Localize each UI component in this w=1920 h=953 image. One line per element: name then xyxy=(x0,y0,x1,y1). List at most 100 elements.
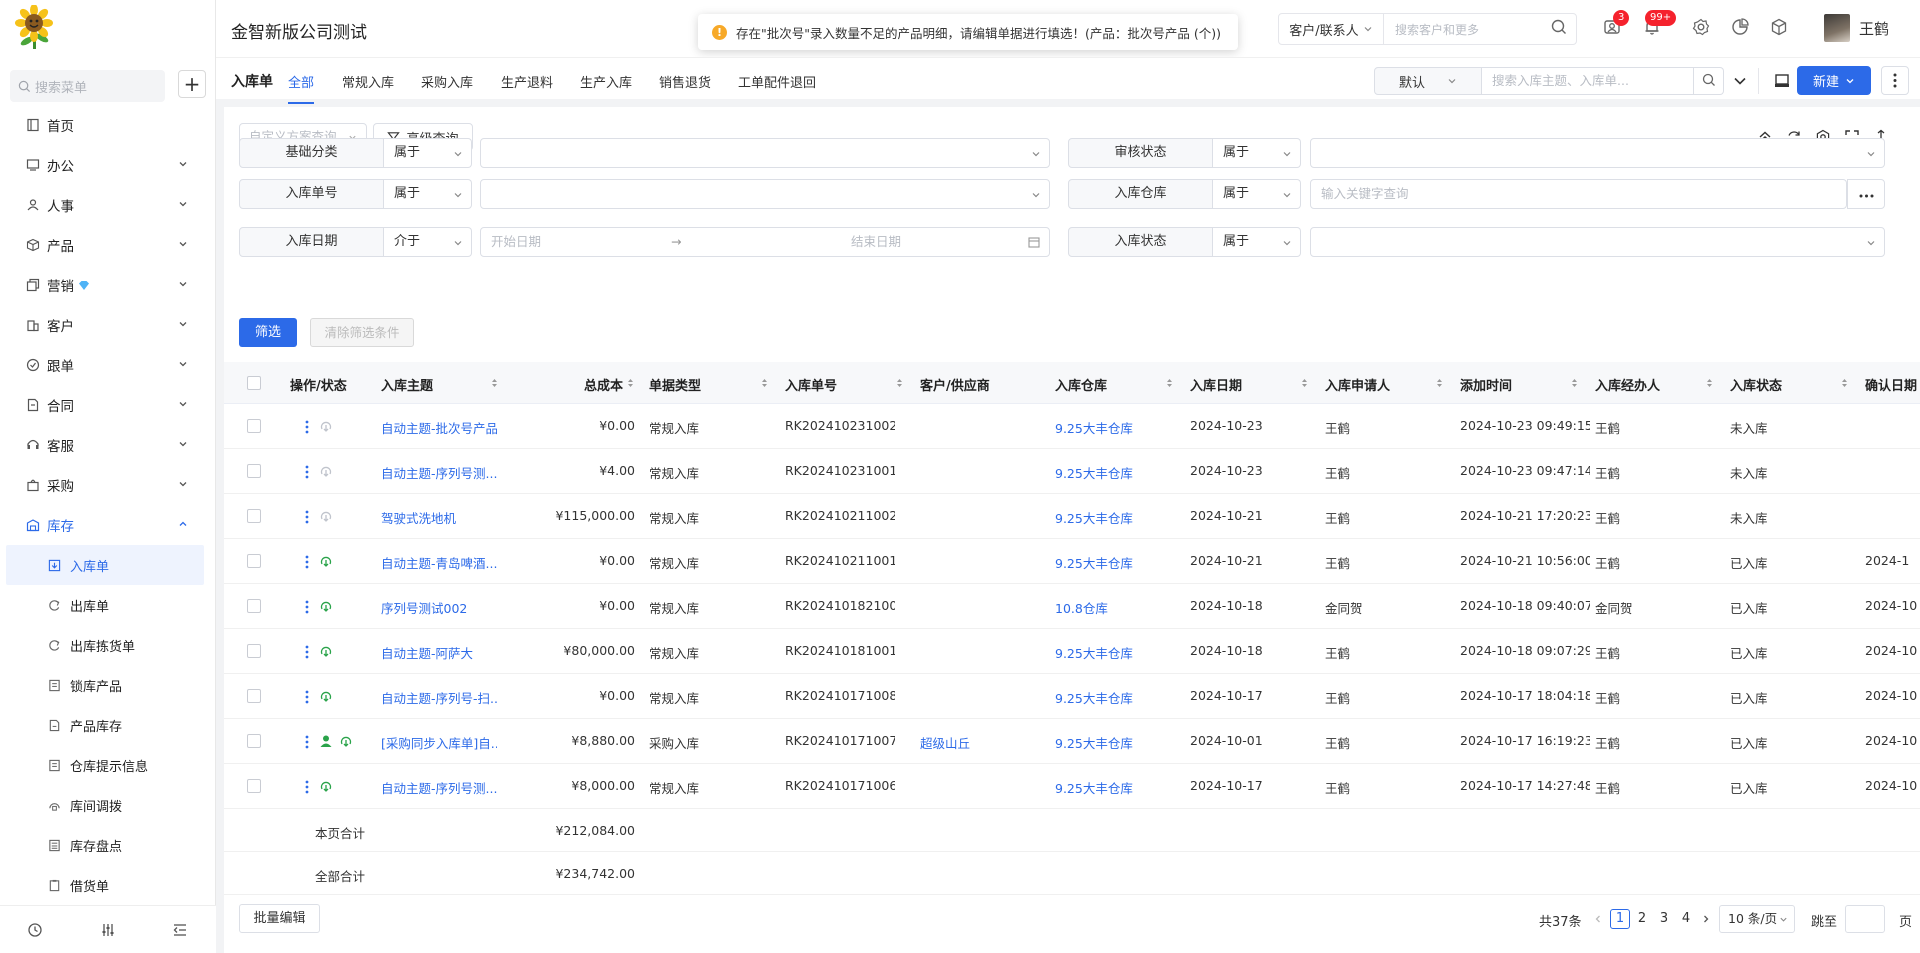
sidebar-item-product[interactable]: 产品 xyxy=(0,225,216,265)
sort-icon[interactable] xyxy=(761,377,768,389)
sort-icon[interactable] xyxy=(1436,377,1443,389)
cell-subject[interactable]: 自动主题-批次号产品 xyxy=(381,418,497,437)
sort-icon[interactable] xyxy=(1841,377,1848,389)
table-row[interactable]: 自动主题-序列号-扫... ¥0.00 常规入库 RK202410171008 9.25… xyxy=(224,674,1920,719)
tab-production-return[interactable]: 生产退料 xyxy=(501,72,553,91)
view-select[interactable]: 默认 xyxy=(1374,67,1482,95)
header-subject[interactable]: 入库主题 xyxy=(381,375,433,394)
sidebar-item-service[interactable]: 客服 xyxy=(0,425,216,465)
chevron-down-icon[interactable] xyxy=(1732,73,1748,89)
start-date-input[interactable]: 开始日期 xyxy=(491,234,541,249)
date-range-picker[interactable]: 开始日期 → 结束日期 xyxy=(480,227,1050,257)
more-vertical-icon[interactable] xyxy=(305,465,309,479)
more-vertical-icon[interactable] xyxy=(305,510,309,524)
cell-warehouse[interactable]: 9.25大丰仓库 xyxy=(1055,463,1165,482)
history-icon[interactable] xyxy=(27,922,43,938)
filter-op-category[interactable]: 属于 xyxy=(384,138,472,168)
table-row[interactable]: 自动主题-青岛啤酒... ¥0.00 常规入库 RK202410211001 9.25大… xyxy=(224,539,1920,584)
cell-warehouse[interactable]: 10.8仓库 xyxy=(1055,598,1165,617)
header-applicant[interactable]: 入库申请人 xyxy=(1325,375,1390,394)
more-vertical-icon[interactable] xyxy=(305,555,309,569)
more-vertical-icon[interactable] xyxy=(305,735,309,749)
page-size-select[interactable]: 10 条/页 xyxy=(1719,905,1795,933)
clear-filter-button[interactable]: 清除筛选条件 xyxy=(310,318,414,347)
search-type-select[interactable]: 客户/联系人 xyxy=(1279,14,1384,44)
table-row[interactable]: [采购同步入库单]自... ¥8,880.00 采购入库 RK202410171007… xyxy=(224,719,1920,764)
cell-warehouse[interactable]: 9.25大丰仓库 xyxy=(1055,508,1165,527)
row-checkbox[interactable] xyxy=(247,779,261,793)
cell-subject[interactable]: [采购同步入库单]自... xyxy=(381,733,497,752)
sort-icon[interactable] xyxy=(1166,377,1173,389)
collapse-menu-icon[interactable] xyxy=(172,922,188,938)
tab-sales-return[interactable]: 销售退货 xyxy=(659,72,711,91)
header-type[interactable]: 单据类型 xyxy=(649,375,701,394)
cell-warehouse[interactable]: 9.25大丰仓库 xyxy=(1055,418,1165,437)
sidebar-item-contract[interactable]: 合同 xyxy=(0,385,216,425)
cell-warehouse[interactable]: 9.25大丰仓库 xyxy=(1055,553,1165,572)
sidebar-sub-stock[interactable]: 产品库存 xyxy=(0,705,216,745)
warehouse-more-button[interactable] xyxy=(1847,179,1885,209)
row-checkbox[interactable] xyxy=(247,509,261,523)
filter-value-warehouse[interactable]: 输入关键字查询 xyxy=(1310,179,1847,209)
page-4[interactable]: 4 xyxy=(1676,909,1696,929)
more-actions-button[interactable] xyxy=(1881,66,1909,95)
table-row[interactable]: 自动主题-阿萨大 ¥80,000.00 常规入库 RK202410181001 9.25… xyxy=(224,629,1920,674)
sidebar-item-home[interactable]: 首页 xyxy=(0,105,216,145)
end-date-input[interactable]: 结束日期 xyxy=(851,228,901,256)
sidebar-sub-stock-in[interactable]: 入库单 xyxy=(6,545,204,585)
menu-search-input[interactable]: 搜索菜单 xyxy=(10,70,165,102)
header-number[interactable]: 入库单号 xyxy=(785,375,837,394)
sidebar-item-office[interactable]: 办公 xyxy=(0,145,216,185)
tab-regular[interactable]: 常规入库 xyxy=(342,72,394,91)
table-row[interactable]: 序列号测试002 ¥0.00 常规入库 RK2024101821002 10.8仓库 20… xyxy=(224,584,1920,629)
cell-subject[interactable]: 自动主题-序列号测... xyxy=(381,463,497,482)
more-vertical-icon[interactable] xyxy=(305,420,309,434)
more-vertical-icon[interactable] xyxy=(305,645,309,659)
batch-edit-button[interactable]: 批量编辑 xyxy=(239,904,320,933)
filter-value-number[interactable] xyxy=(480,179,1050,209)
cell-subject[interactable]: 驾驶式洗地机 xyxy=(381,508,497,527)
sidebar-sub-picking[interactable]: 出库拣货单 xyxy=(0,625,216,665)
sort-icon[interactable] xyxy=(1301,377,1308,389)
cell-warehouse[interactable]: 9.25大丰仓库 xyxy=(1055,688,1165,707)
more-vertical-icon[interactable] xyxy=(305,780,309,794)
header-confirm[interactable]: 确认日期 xyxy=(1865,375,1917,394)
tab-purchase[interactable]: 采购入库 xyxy=(421,72,473,91)
add-menu-button[interactable]: + xyxy=(178,70,206,98)
row-checkbox[interactable] xyxy=(247,599,261,613)
sidebar-item-inventory[interactable]: 库存 xyxy=(0,505,216,545)
jump-page-input[interactable] xyxy=(1845,905,1885,933)
filter-value-audit[interactable] xyxy=(1310,138,1885,168)
sidebar-item-customer[interactable]: 客户 xyxy=(0,305,216,345)
header-added[interactable]: 添加时间 xyxy=(1460,375,1512,394)
box-icon[interactable] xyxy=(1769,17,1789,37)
sort-icon[interactable] xyxy=(1571,377,1578,389)
row-checkbox[interactable] xyxy=(247,464,261,478)
chevron-right-icon[interactable] xyxy=(1701,914,1711,924)
page-3[interactable]: 3 xyxy=(1654,909,1674,929)
print-icon[interactable] xyxy=(1772,71,1792,91)
chevron-left-icon[interactable] xyxy=(1593,914,1603,924)
select-all-checkbox[interactable] xyxy=(247,376,261,390)
cell-warehouse[interactable]: 9.25大丰仓库 xyxy=(1055,643,1165,662)
sidebar-sub-locked[interactable]: 锁库产品 xyxy=(0,665,216,705)
sidebar-sub-tips[interactable]: 仓库提示信息 xyxy=(0,745,216,785)
gear-icon[interactable] xyxy=(1691,17,1711,37)
sidebar-item-purchase[interactable]: 采购 xyxy=(0,465,216,505)
more-vertical-icon[interactable] xyxy=(305,600,309,614)
row-checkbox[interactable] xyxy=(247,554,261,568)
header-date[interactable]: 入库日期 xyxy=(1190,375,1242,394)
cell-supplier[interactable]: 超级山丘 xyxy=(920,733,1030,752)
filter-op-date[interactable]: 介于 xyxy=(384,227,472,257)
cell-subject[interactable]: 自动主题-青岛啤酒... xyxy=(381,553,497,572)
tab-all[interactable]: 全部 xyxy=(288,72,315,104)
filter-value-status[interactable] xyxy=(1310,227,1885,257)
sort-icon[interactable] xyxy=(896,377,903,389)
cell-subject[interactable]: 序列号测试002 xyxy=(381,598,497,617)
filter-op-warehouse[interactable]: 属于 xyxy=(1213,179,1301,209)
cell-subject[interactable]: 自动主题-序列号测... xyxy=(381,778,497,797)
filter-button[interactable]: 筛选 xyxy=(239,318,297,347)
global-search-input[interactable]: 搜索客户和更多 xyxy=(1384,21,1542,38)
cell-warehouse[interactable]: 9.25大丰仓库 xyxy=(1055,733,1165,752)
table-row[interactable]: 驾驶式洗地机 ¥115,000.00 常规入库 RK202410211002 9.25大… xyxy=(224,494,1920,539)
